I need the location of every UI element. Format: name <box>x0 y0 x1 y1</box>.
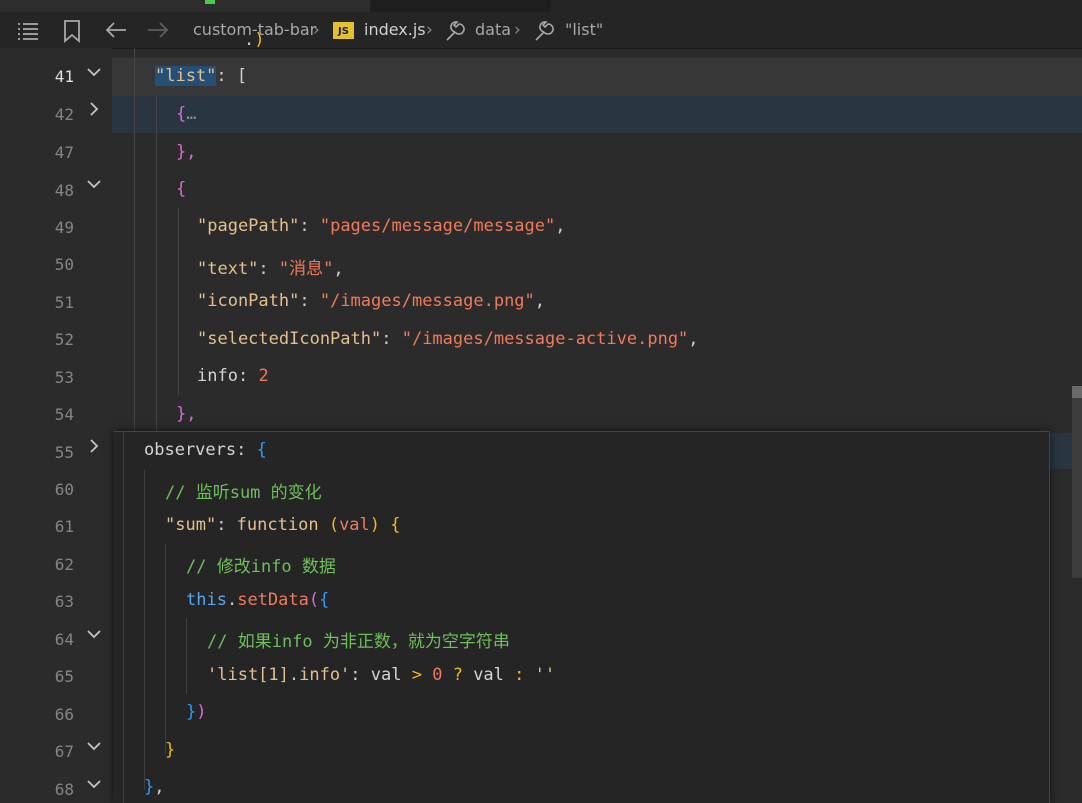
indent-guide <box>165 544 166 754</box>
fold-chevron-down-icon[interactable] <box>84 736 104 756</box>
line-number: 62 <box>54 555 74 574</box>
indent-guide <box>186 618 187 694</box>
editor-tab-active[interactable] <box>370 0 551 12</box>
line-number: 66 <box>54 705 74 724</box>
line-number: 49 <box>54 218 74 237</box>
popup-line-63: this.setData({ <box>186 590 330 610</box>
line-number: 42 <box>54 105 74 124</box>
line-number: 53 <box>54 368 74 387</box>
js-file-icon: JS <box>333 22 354 39</box>
editor-tab-strip <box>0 0 1082 12</box>
breadcrumb-symbol-data[interactable]: data <box>475 12 511 48</box>
folded-line-highlight <box>112 96 1082 133</box>
line-number: 63 <box>54 592 74 611</box>
fold-chevron-right-icon[interactable] <box>84 99 104 119</box>
line-number: 67 <box>54 742 74 761</box>
code-line-53[interactable]: info: 2 <box>197 366 269 386</box>
line-number: 60 <box>54 480 74 499</box>
popup-line-66: }) <box>186 702 207 722</box>
line-number: 52 <box>54 330 74 349</box>
popup-line-61: "sum": function (val) { <box>165 515 401 535</box>
scrollbar-thumb[interactable] <box>1072 386 1082 398</box>
indent-guide <box>178 208 179 395</box>
popup-line-62: // 修改info 数据 <box>186 557 336 577</box>
line-number: 50 <box>54 255 74 274</box>
indent-guide <box>134 48 135 432</box>
indent-guide <box>144 470 145 790</box>
line-number: 41 <box>54 67 74 86</box>
line-number: 54 <box>54 405 74 424</box>
popup-line-64: // 如果info 为非正数，就为空字符串 <box>207 632 510 652</box>
breadcrumb-separator-icon: › <box>313 20 320 40</box>
fold-chevron-down-icon[interactable] <box>84 774 104 794</box>
indent-guide <box>156 96 157 432</box>
line-number: 47 <box>54 143 74 162</box>
code-line-41[interactable]: "list": [ <box>155 66 247 86</box>
outline-list-icon[interactable] <box>16 12 40 48</box>
wrench-icon <box>532 12 554 48</box>
line-number: 65 <box>54 667 74 686</box>
line-number: 64 <box>54 630 74 649</box>
popup-line-55: observers: { <box>144 440 267 460</box>
line-number: 55 <box>54 443 74 462</box>
breadcrumb-separator-icon: › <box>514 20 521 40</box>
tab-modified-marker <box>205 0 215 4</box>
forward-arrow-icon[interactable] <box>146 12 170 48</box>
fold-chevron-down-icon[interactable] <box>84 62 104 82</box>
indent-guide <box>123 432 124 803</box>
code-line-49[interactable]: "pagePath": "pages/message/message", <box>197 216 566 236</box>
wrench-icon <box>443 12 465 48</box>
breadcrumb-symbol-list[interactable]: "list" <box>565 12 603 48</box>
breadcrumb-file[interactable]: index.js <box>364 12 426 48</box>
vertical-scrollbar[interactable] <box>1072 388 1082 578</box>
code-line-52[interactable]: "selectedIconPath": "/images/message-act… <box>197 329 699 349</box>
fold-chevron-right-icon[interactable] <box>84 436 104 456</box>
code-line-50[interactable]: "text": "消息", <box>197 254 344 279</box>
line-number: 68 <box>54 780 74 799</box>
popup-line-65: 'list[1].info': val > 0 ? val : '' <box>207 665 556 685</box>
line-number: 48 <box>54 181 74 200</box>
code-line-51[interactable]: "iconPath": "/images/message.png", <box>197 291 545 311</box>
line-number-gutter: 41 42 47 48 49 50 51 52 53 54 55 60 61 6… <box>0 48 112 802</box>
popup-line-67: } <box>165 740 176 760</box>
popup-line-68: }, <box>144 777 165 797</box>
code-line-48[interactable]: { <box>176 179 186 199</box>
line-number: 51 <box>54 293 74 312</box>
folded-region-hover-popup: observers: { // 监听sum 的变化 "sum": functio… <box>113 431 1050 803</box>
code-line-fragment: .) <box>244 30 265 50</box>
editor-tab[interactable] <box>0 0 186 12</box>
code-line-54[interactable]: }, <box>176 404 196 424</box>
bookmark-icon[interactable] <box>62 12 82 48</box>
code-line-47[interactable]: }, <box>176 142 196 162</box>
current-line-highlight <box>112 58 1082 96</box>
back-arrow-icon[interactable] <box>104 12 128 48</box>
line-number: 61 <box>54 517 74 536</box>
breadcrumb-separator-icon: › <box>426 20 433 40</box>
fold-chevron-down-icon[interactable] <box>84 174 104 194</box>
code-line-42[interactable]: {… <box>176 104 197 124</box>
folded-ellipsis: … <box>186 104 197 124</box>
popup-line-60: // 监听sum 的变化 <box>165 483 322 503</box>
fold-chevron-down-icon[interactable] <box>84 624 104 644</box>
breadcrumb: custom-tab-bar › JS index.js › data › "l… <box>0 12 1082 49</box>
